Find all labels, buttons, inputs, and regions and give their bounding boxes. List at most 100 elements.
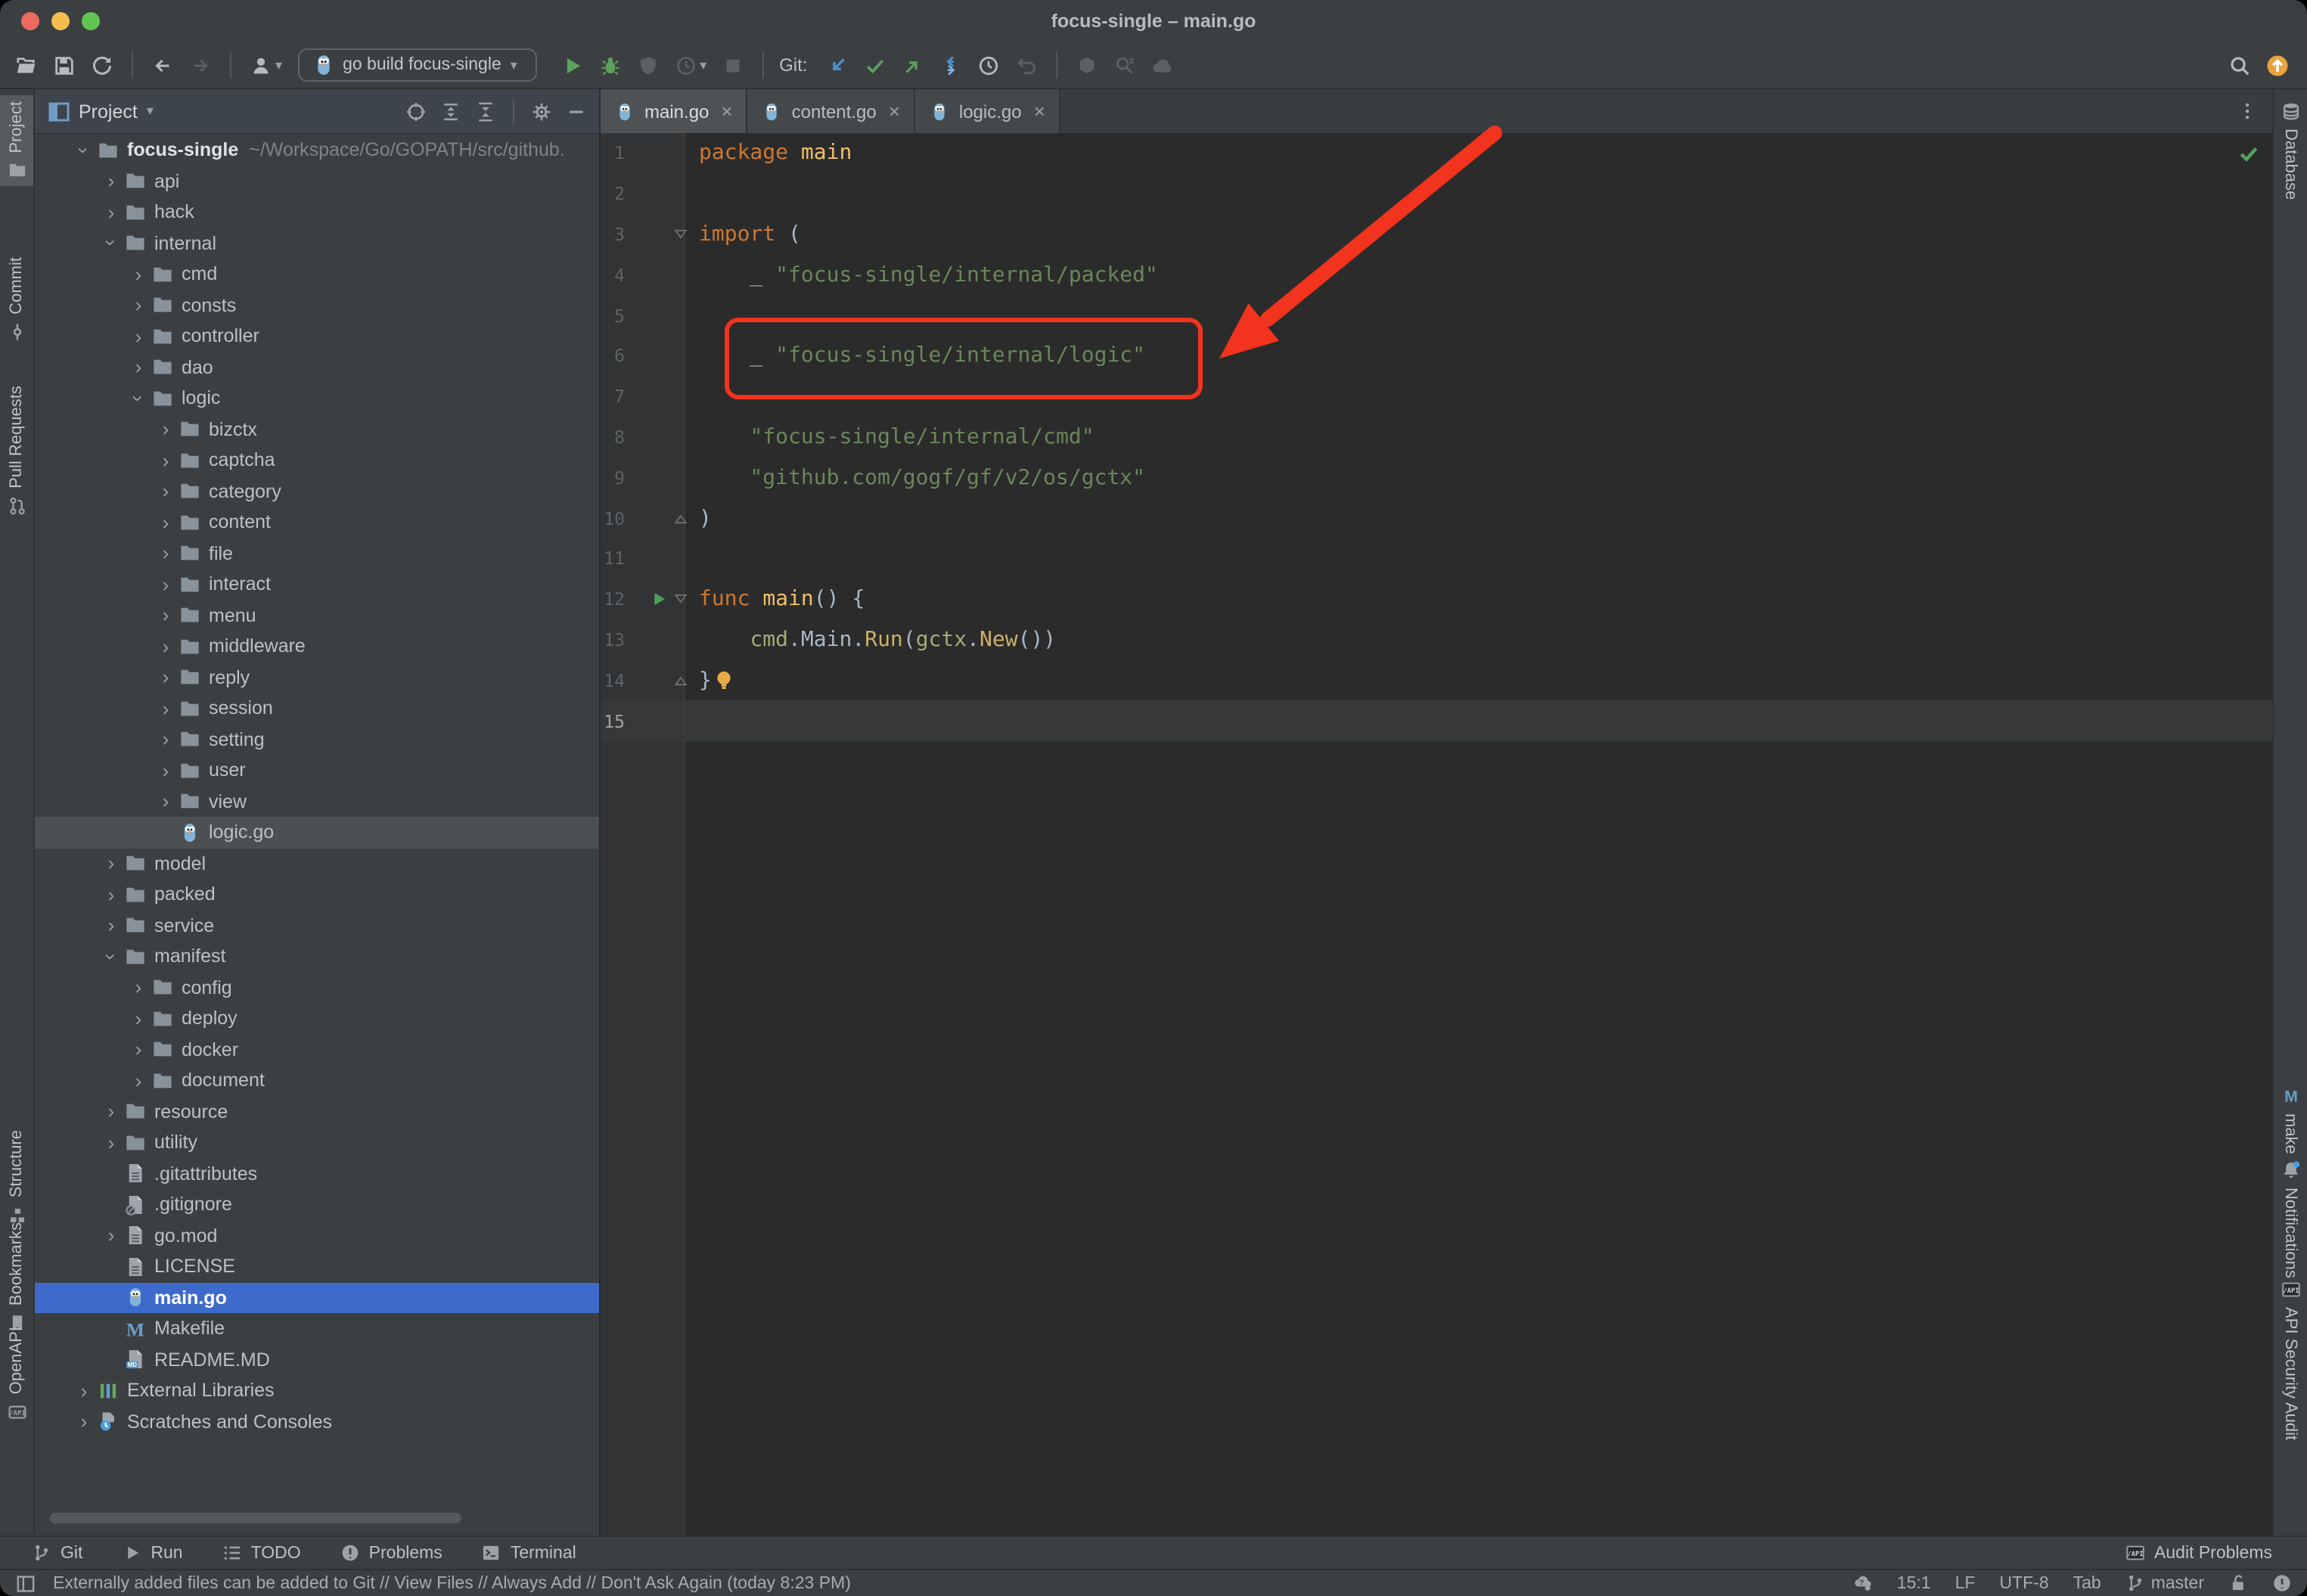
git-merge-button[interactable] (933, 51, 967, 79)
tree-item-go-mod[interactable]: ›go.mod (35, 1220, 599, 1251)
tree-item-controller[interactable]: ›controller (35, 321, 599, 352)
inspections-ok-icon[interactable] (2237, 142, 2260, 165)
chevron-right-icon[interactable]: › (156, 420, 175, 439)
intention-bulb-icon[interactable] (713, 669, 735, 692)
git-rollback-button[interactable] (1008, 51, 1043, 79)
editor-empty-space[interactable] (601, 741, 2272, 1535)
chevron-right-icon[interactable]: › (129, 1040, 148, 1060)
search-history-button[interactable] (1107, 51, 1141, 79)
status-widget-lf[interactable]: LF (1955, 1574, 1976, 1592)
tool-stripe-pull-requests[interactable]: Pull Requests (0, 380, 33, 522)
chevron-right-icon[interactable]: › (101, 1226, 121, 1246)
hide-panel-button[interactable] (563, 98, 590, 125)
project-horizontal-scrollbar[interactable] (50, 1513, 461, 1523)
status-widget-excl[interactable] (2272, 1573, 2292, 1593)
status-message[interactable]: Externally added files can be added to G… (53, 1574, 851, 1592)
chevron-right-icon[interactable]: › (129, 1071, 148, 1091)
tree-item-internal[interactable]: ›internal (35, 228, 599, 259)
status-widget-cloud-gear[interactable]: ? (1853, 1573, 1873, 1593)
git-commit-button[interactable] (857, 51, 892, 79)
tree-item-user[interactable]: ›user (35, 755, 599, 786)
chevron-right-icon[interactable]: › (156, 792, 175, 812)
tree-item-hack[interactable]: ›hack (35, 197, 599, 228)
tree-item-utility[interactable]: ›utility (35, 1127, 599, 1158)
status-widget-master[interactable]: master (2125, 1573, 2204, 1593)
status-widget-unlock[interactable] (2228, 1573, 2248, 1593)
git-history-button[interactable] (970, 51, 1005, 79)
tree-item-menu[interactable]: ›menu (35, 600, 599, 631)
play-button[interactable] (554, 51, 589, 79)
tree-item-external-libraries[interactable]: ›External Libraries (35, 1375, 599, 1406)
tree-item-license[interactable]: LICENSE (35, 1251, 599, 1282)
chevron-right-icon[interactable]: › (156, 637, 175, 657)
chevron-right-icon[interactable]: › (101, 854, 121, 874)
tool-stripe-make[interactable]: Mmake (2274, 1080, 2307, 1160)
run-configuration-select[interactable]: go build focus-single▾ (297, 48, 536, 82)
tree-item-setting[interactable]: ›setting (35, 724, 599, 755)
tool-window-button-git[interactable]: Git (15, 1537, 99, 1569)
tool-window-button-run[interactable]: Run (105, 1537, 199, 1569)
chevron-right-icon[interactable]: › (129, 358, 148, 377)
chevron-right-icon[interactable]: › (101, 203, 121, 222)
chevron-right-icon[interactable]: › (156, 606, 175, 626)
tree-item-dao[interactable]: ›dao (35, 352, 599, 383)
chevron-right-icon[interactable]: › (129, 265, 148, 284)
close-icon[interactable]: × (1034, 100, 1045, 123)
shelve-button[interactable] (1069, 51, 1104, 79)
tree-item-resource[interactable]: ›resource (35, 1096, 599, 1127)
tree-item-docker[interactable]: ›docker (35, 1034, 599, 1065)
tool-stripe-openapi[interactable]: OpenAPI/API (0, 1321, 33, 1427)
tab-options-button[interactable] (2222, 89, 2272, 133)
tree-item-reply[interactable]: ›reply (35, 662, 599, 693)
code-line-3[interactable]: 3import ( (601, 214, 2272, 255)
code-line-1[interactable]: 1package main (601, 133, 2272, 174)
chevron-right-icon[interactable]: › (101, 172, 121, 191)
tree-item-bizctx[interactable]: ›bizctx (35, 414, 599, 445)
tree-item-logic-go[interactable]: logic.go (35, 817, 599, 848)
coverage-button[interactable] (630, 51, 665, 79)
git-update-button[interactable] (819, 51, 854, 79)
chevron-right-icon[interactable]: › (74, 1412, 94, 1432)
chevron-right-icon[interactable]: › (129, 296, 148, 315)
chevron-right-icon[interactable]: › (129, 978, 148, 998)
code-line-10[interactable]: 10) (601, 498, 2272, 539)
code-line-4[interactable]: 4 _ "focus-single/internal/packed" (601, 255, 2272, 296)
tool-window-button-terminal[interactable]: Terminal (465, 1537, 593, 1569)
tree-item-config[interactable]: ›config (35, 972, 599, 1003)
tree-item-interact[interactable]: ›interact (35, 569, 599, 600)
panel-settings-button[interactable] (528, 98, 555, 125)
tool-stripe-notifications[interactable]: Notifications (2274, 1154, 2307, 1284)
chevron-right-icon[interactable]: › (156, 730, 175, 750)
chevron-right-icon[interactable]: › (74, 1381, 94, 1401)
chevron-right-icon[interactable]: › (156, 482, 175, 501)
git-push-button[interactable] (895, 51, 930, 79)
user-button[interactable]: ▾ (244, 51, 288, 79)
tree-item-file[interactable]: ›file (35, 538, 599, 569)
tab-main-go[interactable]: main.go× (601, 89, 748, 133)
status-widget-15-1[interactable]: 15:1 (1897, 1574, 1931, 1592)
tree-item-service[interactable]: ›service (35, 910, 599, 941)
tree-item-session[interactable]: ›session (35, 693, 599, 724)
profiler-button[interactable]: ▾ (668, 51, 713, 79)
tool-stripe-api-security-audit[interactable]: /APIAPI Security Audit (2274, 1274, 2307, 1446)
chevron-right-icon[interactable]: › (101, 1133, 121, 1153)
code-line-11[interactable]: 11 (601, 539, 2272, 579)
tree-item-makefile[interactable]: MMakefile (35, 1313, 599, 1344)
locate-file-button[interactable] (402, 98, 430, 125)
code-line-12[interactable]: 12func main() { (601, 579, 2272, 620)
expand-all-button[interactable] (437, 98, 464, 125)
chevron-down-icon[interactable]: › (74, 141, 94, 160)
chevron-right-icon[interactable]: › (101, 1102, 121, 1122)
arrow-right-button[interactable] (183, 51, 218, 79)
fold-up-icon[interactable] (672, 509, 690, 527)
tree-item-scratches-and-consoles[interactable]: ›Scratches and Consoles (35, 1406, 599, 1437)
open-folder-button[interactable] (9, 51, 44, 79)
sync-button[interactable] (85, 51, 120, 79)
minimize-window-button[interactable] (51, 12, 70, 30)
code-line-9[interactable]: 9 "github.com/gogf/gf/v2/os/gctx" (601, 458, 2272, 498)
code-line-6[interactable]: 6 _ "focus-single/internal/logic" (601, 336, 2272, 377)
zoom-window-button[interactable] (82, 12, 100, 30)
close-icon[interactable]: × (721, 100, 732, 123)
tree-item-middleware[interactable]: ›middleware (35, 631, 599, 662)
search-button[interactable] (2222, 51, 2257, 79)
